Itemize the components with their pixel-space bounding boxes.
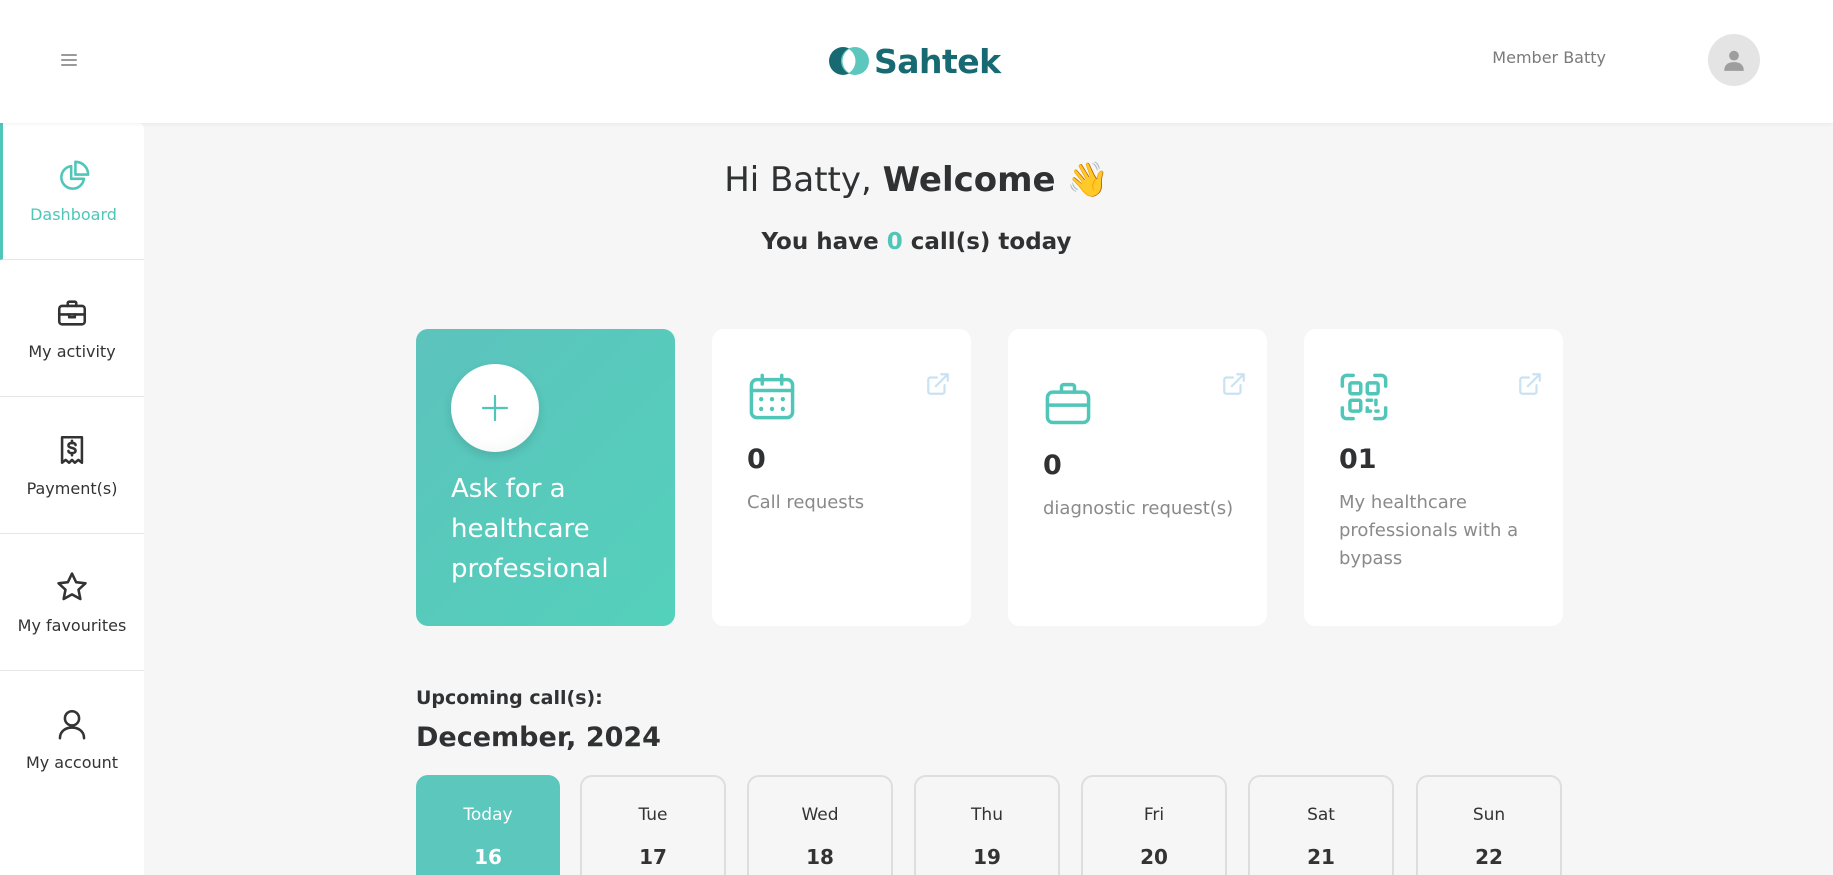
day-cell[interactable]: Sun 22 [1416,775,1562,875]
day-number: 19 [973,845,1001,869]
day-number: 16 [474,845,502,869]
professionals-count: 01 [1339,444,1377,475]
day-number: 18 [806,845,834,869]
greeting-text: Hi Batty, [724,160,872,200]
sidebar-item-label: My activity [28,341,116,361]
month-label: December, 2024 [416,722,661,753]
waving-hand-icon: 👋 [1066,160,1109,200]
diagnostic-requests-card[interactable]: 0 diagnostic request(s) [1008,329,1267,626]
diagnostic-requests-label: diagnostic request(s) [1043,498,1234,519]
logo-text: Sahtek [874,41,1001,81]
user-avatar-icon [1724,50,1744,71]
day-name: Tue [638,805,668,825]
sidebar-item-label: Dashboard [30,204,117,224]
upcoming-calls-label: Upcoming call(s): [416,687,603,709]
sidebar-item-my-favourites[interactable]: My favourites [0,534,144,671]
ask-professional-card[interactable]: Ask for a healthcare professional [416,329,675,626]
plus-icon [481,394,509,422]
day-name: Fri [1143,805,1165,825]
diagnostic-requests-count: 0 [1043,450,1062,481]
day-cell[interactable]: Tue 17 [580,775,726,875]
professionals-label: My healthcare professionals with a bypas… [1339,492,1519,569]
day-name: Today [463,805,513,825]
day-cell[interactable]: Fri 20 [1081,775,1227,875]
calendar-icon [749,373,795,420]
sidebar-item-my-activity[interactable]: My activity [0,260,144,397]
day-cell-today[interactable]: Today 16 [416,775,560,875]
top-header: Sahtek Member Batty [0,0,1833,123]
external-link-icon[interactable] [1221,371,1247,397]
welcome-text: Welcome [882,160,1056,200]
call-requests-count: 0 [747,444,766,475]
day-number: 21 [1307,845,1335,869]
day-cell[interactable]: Wed 18 [747,775,893,875]
external-link-icon[interactable] [1517,371,1543,397]
user-icon [58,709,86,740]
avatar[interactable] [1708,34,1760,86]
external-link-icon[interactable] [925,371,951,397]
day-name: Wed [801,805,839,825]
sidebar-item-my-account[interactable]: My account [0,671,144,808]
sidebar-item-label: My account [25,753,119,772]
logo-mark-icon [829,47,869,75]
day-number: 17 [639,845,667,869]
day-number: 22 [1475,845,1503,869]
calls-today-text: You have 0 call(s) today [0,229,1833,255]
qr-code-icon [1340,373,1388,421]
menu-toggle-icon[interactable] [59,50,79,70]
day-number: 20 [1140,845,1168,869]
call-requests-label: Call requests [747,492,865,513]
add-button[interactable] [451,364,539,452]
sidebar-item-payments[interactable]: Payment(s) [0,397,144,534]
welcome-heading: Hi Batty, Welcome 👋 [0,160,1833,200]
sahtek-logo[interactable]: Sahtek [828,40,1001,82]
user-name[interactable]: Member Batty [1492,48,1606,67]
sidebar-item-label: Payment(s) [26,478,118,498]
briefcase-icon [1045,382,1091,425]
receipt-dollar-icon [60,435,84,464]
call-requests-card[interactable]: 0 Call requests [712,329,971,626]
ask-professional-label: Ask for a healthcare professional [451,474,609,584]
day-name: Thu [971,805,1003,825]
star-icon [57,571,87,600]
calls-suffix: call(s) today [910,229,1072,255]
sidebar-item-label: My favourites [17,615,127,635]
day-name: Sat [1307,805,1335,825]
day-cell[interactable]: Thu 19 [914,775,1060,875]
briefcase-icon [57,299,87,326]
calls-count: 0 [886,229,903,255]
day-name: Sun [1472,805,1506,825]
professionals-bypass-card[interactable]: 01 My healthcare professionals with a by… [1304,329,1563,626]
day-cell[interactable]: Sat 21 [1248,775,1394,875]
calls-prefix: You have [761,229,879,255]
